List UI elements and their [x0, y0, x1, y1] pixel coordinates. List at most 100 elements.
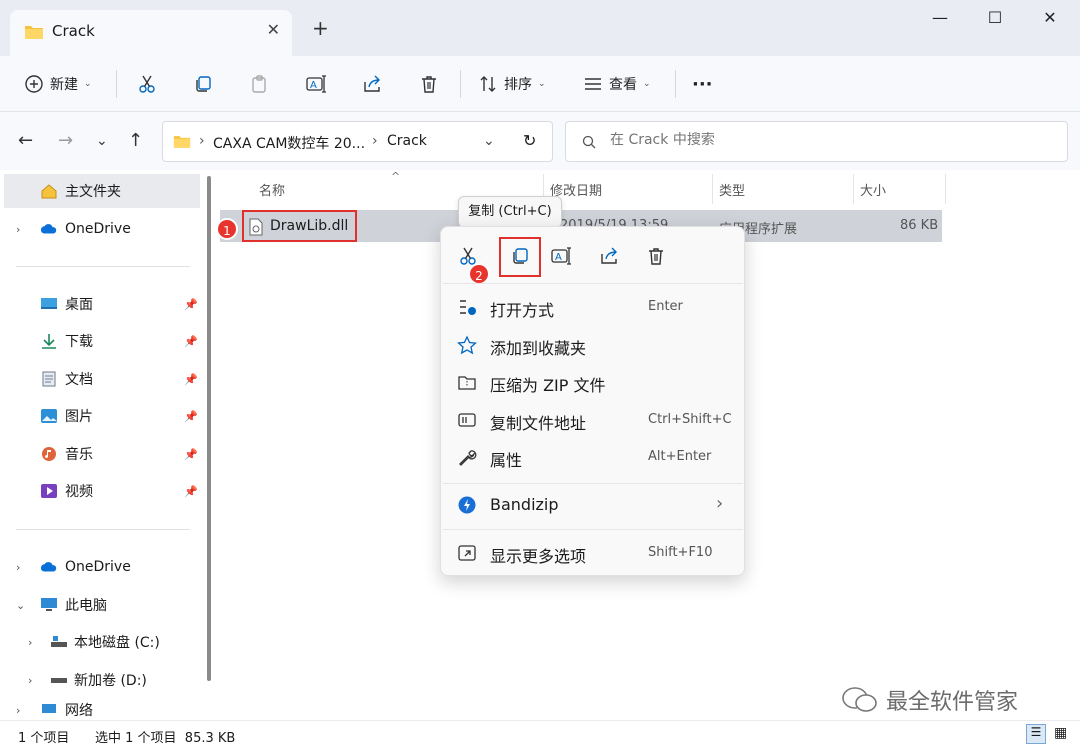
sidebar-item-documents[interactable]: 文档 📌 — [0, 362, 200, 396]
sidebar-item-label: 新加卷 (D:) — [74, 673, 147, 689]
pin-icon[interactable]: 📌 — [184, 410, 198, 423]
status-bar: 1 个项目 选中 1 个项目 85.3 KB ☰ ▦ — [0, 720, 1080, 748]
sidebar-item-network[interactable]: › 网络 — [0, 700, 200, 720]
ctx-copy-button[interactable] — [499, 237, 541, 277]
ctx-item-compress-zip[interactable]: 压缩为 ZIP 文件 — [441, 364, 744, 400]
music-icon — [42, 447, 56, 461]
file-name-highlight[interactable]: DrawLib.dll — [242, 210, 357, 242]
ctx-item-add-favorites[interactable]: 添加到收藏夹 — [441, 327, 744, 363]
star-icon — [457, 335, 477, 355]
maximize-button[interactable]: ☐ — [975, 8, 1015, 27]
sidebar-item-label: 图片 — [65, 409, 93, 425]
sidebar-item-home[interactable]: 主文件夹 — [4, 174, 200, 208]
cut-button[interactable] — [137, 68, 157, 100]
pin-icon[interactable]: 📌 — [184, 335, 198, 348]
breadcrumb-item[interactable]: CAXA CAM数控车 20... — [213, 133, 365, 153]
pin-icon[interactable]: 📌 — [184, 448, 198, 461]
open-with-icon — [460, 300, 476, 315]
ctx-rename-button[interactable]: A — [547, 241, 577, 271]
sidebar-item-onedrive-2[interactable]: › OneDrive — [0, 550, 200, 584]
pin-icon[interactable]: 📌 — [184, 298, 198, 311]
sidebar-item-music[interactable]: 音乐 📌 — [0, 437, 200, 471]
sidebar-scrollbar[interactable] — [207, 176, 211, 681]
sidebar-item-onedrive[interactable]: › OneDrive — [0, 212, 200, 246]
share-button[interactable] — [362, 68, 382, 100]
sidebar-item-drive-c[interactable]: › 本地磁盘 (C:) — [0, 625, 200, 659]
ctx-share-button[interactable] — [594, 241, 624, 271]
sidebar-item-this-pc[interactable]: ⌄ 此电脑 — [0, 588, 200, 622]
chevron-right-icon[interactable]: › — [16, 704, 20, 717]
chevron-right-icon[interactable]: › — [28, 674, 32, 687]
sidebar-item-videos[interactable]: 视频 📌 — [0, 474, 200, 508]
ctx-item-properties[interactable]: 属性 Alt+Enter — [441, 439, 744, 475]
chevron-down-icon: ⌄ — [538, 79, 546, 89]
ctx-item-label: 添加到收藏夹 — [490, 339, 587, 358]
address-history-chevron-icon[interactable]: ⌄ — [483, 133, 495, 149]
pin-icon[interactable]: 📌 — [184, 485, 198, 498]
new-button[interactable]: 新建 ⌄ — [24, 68, 92, 100]
sidebar-item-desktop[interactable]: 桌面 📌 — [0, 287, 200, 321]
paste-icon — [252, 75, 266, 93]
divider — [443, 529, 743, 530]
search-input[interactable] — [610, 132, 1030, 148]
details-view-icon[interactable]: ☰ — [1026, 724, 1046, 744]
ctx-item-label: 复制文件地址 — [490, 414, 587, 433]
search-box[interactable] — [565, 121, 1068, 162]
back-arrow-icon[interactable]: ← — [18, 130, 33, 151]
pin-icon[interactable]: 📌 — [184, 373, 198, 386]
copy-button[interactable] — [193, 68, 213, 100]
tab-crack[interactable]: Crack ✕ — [10, 10, 292, 56]
delete-button[interactable] — [419, 68, 439, 100]
chevron-down-icon[interactable]: ⌄ — [16, 599, 25, 612]
status-selected: 选中 1 个项目 85.3 KB — [95, 731, 236, 746]
ctx-item-open-with[interactable]: 打开方式 Enter — [441, 289, 744, 325]
column-divider[interactable] — [853, 174, 854, 204]
sidebar-item-drive-d[interactable]: › 新加卷 (D:) — [0, 663, 200, 697]
address-box[interactable]: › CAXA CAM数控车 20... › Crack ⌄ ↻ — [162, 121, 553, 162]
column-header-size[interactable]: 大小 — [860, 180, 886, 199]
sidebar-item-downloads[interactable]: 下载 📌 — [0, 324, 200, 358]
rename-button[interactable]: A — [306, 68, 328, 100]
column-header-type[interactable]: 类型 — [719, 180, 745, 199]
column-header-name[interactable]: 名称 — [259, 180, 285, 199]
title-bar: Crack ✕ + — ☐ ✕ — [0, 0, 1080, 56]
divider — [16, 266, 190, 267]
chevron-right-icon[interactable]: › — [16, 223, 20, 236]
folder-icon — [173, 136, 191, 148]
trash-icon — [649, 248, 663, 265]
close-tab-icon[interactable]: ✕ — [267, 20, 280, 39]
picture-icon — [41, 409, 57, 423]
forward-arrow-icon[interactable]: → — [58, 130, 73, 151]
new-tab-button[interactable]: + — [312, 16, 329, 40]
column-divider[interactable] — [712, 174, 713, 204]
up-arrow-icon[interactable]: ↑ — [128, 130, 143, 151]
minimize-button[interactable]: — — [920, 8, 960, 27]
close-window-button[interactable]: ✕ — [1030, 8, 1070, 27]
sort-icon — [480, 76, 496, 92]
recent-chevron-icon[interactable]: ⌄ — [96, 133, 108, 149]
zip-icon — [458, 376, 476, 390]
tiles-view-icon[interactable]: ▦ — [1054, 725, 1067, 741]
column-divider[interactable] — [945, 174, 946, 204]
file-size: 86 KB — [900, 218, 939, 233]
chevron-right-icon: › — [716, 493, 724, 514]
view-button[interactable]: 查看 ⌄ — [583, 68, 651, 100]
chevron-right-icon[interactable]: › — [28, 636, 32, 649]
ctx-delete-button[interactable] — [641, 241, 671, 271]
ctx-item-bandizip[interactable]: Bandizip › — [441, 487, 744, 523]
paste-button[interactable] — [250, 68, 270, 100]
breadcrumb-item[interactable]: Crack — [387, 133, 427, 149]
ctx-item-copy-path[interactable]: 复制文件地址 Ctrl+Shift+C — [441, 402, 744, 438]
drive-icon — [51, 678, 67, 683]
ctx-item-label: 显示更多选项 — [490, 547, 587, 566]
sidebar-item-pictures[interactable]: 图片 📌 — [0, 399, 200, 433]
sort-button[interactable]: 排序 ⌄ — [478, 68, 546, 100]
ctx-item-show-more[interactable]: 显示更多选项 Shift+F10 — [441, 535, 744, 571]
chevron-right-icon[interactable]: › — [16, 561, 20, 574]
divider — [116, 70, 117, 98]
refresh-icon[interactable]: ↻ — [523, 131, 536, 150]
chevron-down-icon: ⌄ — [643, 79, 651, 89]
download-icon — [42, 334, 56, 349]
more-button[interactable]: ··· — [692, 68, 713, 100]
ctx-item-label: 压缩为 ZIP 文件 — [490, 376, 606, 395]
